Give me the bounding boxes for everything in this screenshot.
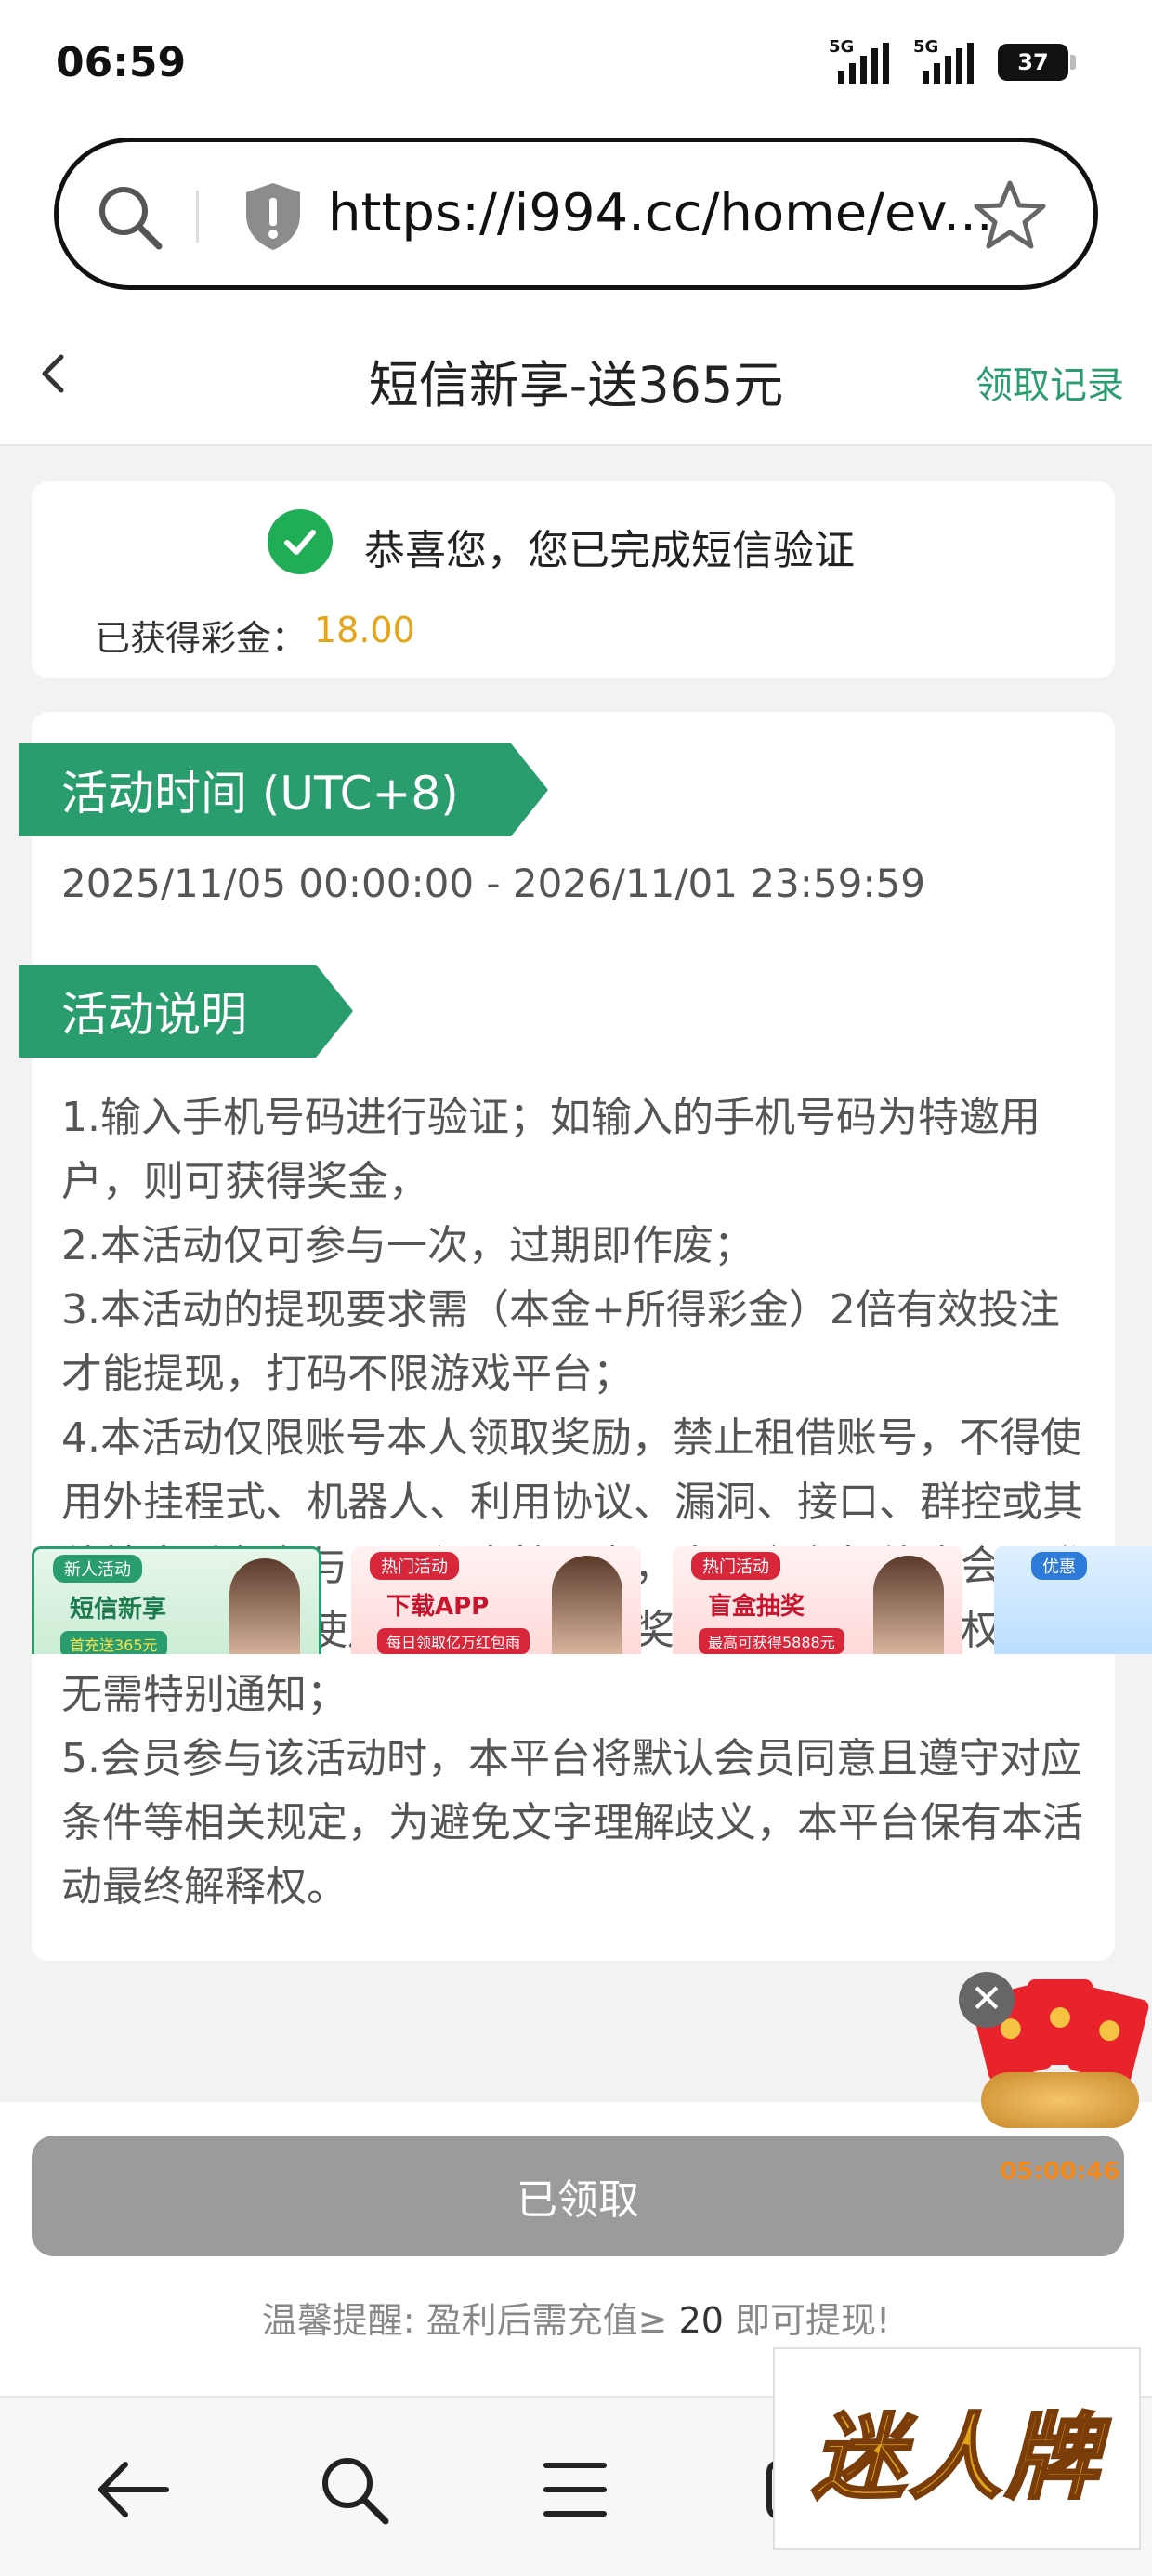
- browser-toolbar: https://i994.cc/home/ev...: [0, 130, 1152, 297]
- claim-record-link[interactable]: 领取记录: [975, 355, 1124, 409]
- rule-item: 2.本活动仅可参与一次，过期即作废；: [61, 1222, 754, 1269]
- battery-level: 37: [1017, 49, 1049, 75]
- menu-icon[interactable]: [533, 2448, 617, 2531]
- bonus-value: 18.00: [314, 610, 415, 651]
- banner-tag: 优惠: [1031, 1552, 1087, 1580]
- activity-time-tag: 活动时间 (UTC+8): [19, 743, 548, 836]
- rule-item: 5.会员参与该活动时，本平台将默认会员同意且遵守对应条件等相关规定，为避免文字理…: [61, 1735, 1083, 1911]
- widget-countdown: 05:00:46: [1000, 2158, 1120, 2186]
- banner-title: 短信新享: [70, 1596, 167, 1623]
- page-header: 短信新享-送365元 领取记录: [0, 297, 1152, 446]
- status-bar: 06:59 5G 5G 37: [0, 0, 1152, 130]
- search-icon[interactable]: [94, 181, 164, 256]
- star-icon[interactable]: [973, 177, 1047, 256]
- promo-banner-sms[interactable]: 新人活动 短信新享 首充送365元: [32, 1546, 321, 1654]
- logo-watermark: 迷人牌: [773, 2347, 1141, 2550]
- signal-label: 5G: [913, 37, 939, 57]
- banner-subtitle: 首充送365元: [60, 1631, 167, 1654]
- status-indicators: 5G 5G 37: [829, 37, 1076, 84]
- bonus-label: 已获得彩金：: [95, 618, 308, 659]
- banner-title: 盲盒抽奖: [708, 1593, 805, 1621]
- rule-item: 1.输入手机号码进行验证；如输入的手机号码为特邀用户，则可获得奖金，: [61, 1094, 1041, 1205]
- promo-banner-strip: 新人活动 短信新享 首充送365元 热门活动 下载APP 每日领取亿万红包雨 热…: [32, 1546, 1152, 1654]
- address-divider: [196, 191, 199, 243]
- reminder-prefix: 温馨提醒: 盈利后需充值≥: [261, 2300, 679, 2341]
- activity-rules: 1.输入手机号码进行验证；如输入的手机号码为特邀用户，则可获得奖金， 2.本活动…: [61, 1085, 1093, 1919]
- address-bar[interactable]: https://i994.cc/home/ev...: [54, 138, 1098, 290]
- model-image: [552, 1556, 622, 1654]
- shield-icon[interactable]: [241, 179, 306, 257]
- activity-info-card: 活动时间 (UTC+8) 2025/11/05 00:00:00 - 2026/…: [19, 712, 1115, 1961]
- check-icon: [268, 509, 333, 574]
- signal-icon: 5G: [913, 37, 974, 84]
- gold-coins-icon: [981, 2072, 1139, 2128]
- verification-success-card: 恭喜您，您已完成短信验证 已获得彩金： 18.00: [32, 481, 1115, 678]
- reminder-suffix: 即可提现!: [723, 2300, 891, 2341]
- banner-subtitle: 最高可获得5888元: [699, 1628, 844, 1654]
- promo-banner-blindbox[interactable]: 热门活动 盲盒抽奖 最高可获得5888元: [673, 1546, 962, 1654]
- signal-icon: 5G: [829, 37, 889, 84]
- withdraw-reminder: 温馨提醒: 盈利后需充值≥ 20 即可提现!: [0, 2292, 1152, 2343]
- activity-description-tag: 活动说明: [19, 965, 353, 1058]
- banner-tag: 新人活动: [53, 1555, 142, 1583]
- url-text[interactable]: https://i994.cc/home/ev...: [328, 183, 993, 243]
- activity-time-range: 2025/11/05 00:00:00 - 2026/11/01 23:59:5…: [61, 861, 925, 906]
- promo-banner-app[interactable]: 热门活动 下载APP 每日领取亿万红包雨: [351, 1546, 641, 1654]
- reminder-amount: 20: [678, 2300, 724, 2341]
- claimed-button[interactable]: 已领取: [32, 2136, 1124, 2256]
- banner-title: 下载APP: [386, 1593, 490, 1621]
- search-icon[interactable]: [312, 2448, 396, 2531]
- promo-banner-offer[interactable]: 优惠: [994, 1546, 1152, 1654]
- model-image: [873, 1556, 944, 1654]
- banner-tag: 热门活动: [691, 1552, 780, 1580]
- rule-item: 3.本活动的提现要求需（本金+所得彩金）2倍有效投注才能提现，打码不限游戏平台；: [61, 1286, 1060, 1398]
- close-icon[interactable]: ✕: [959, 1972, 1015, 2028]
- signal-label: 5G: [829, 37, 855, 57]
- success-message: 恭喜您，您已完成短信验证: [364, 527, 855, 574]
- banner-tag: 热门活动: [370, 1552, 459, 1580]
- battery-icon: 37: [998, 44, 1076, 81]
- logo: 迷人牌: [811, 2400, 1102, 2513]
- status-time: 06:59: [56, 39, 187, 86]
- model-image: [229, 1558, 300, 1654]
- banner-subtitle: 每日领取亿万红包雨: [377, 1628, 530, 1654]
- arrow-left-icon[interactable]: [91, 2448, 175, 2531]
